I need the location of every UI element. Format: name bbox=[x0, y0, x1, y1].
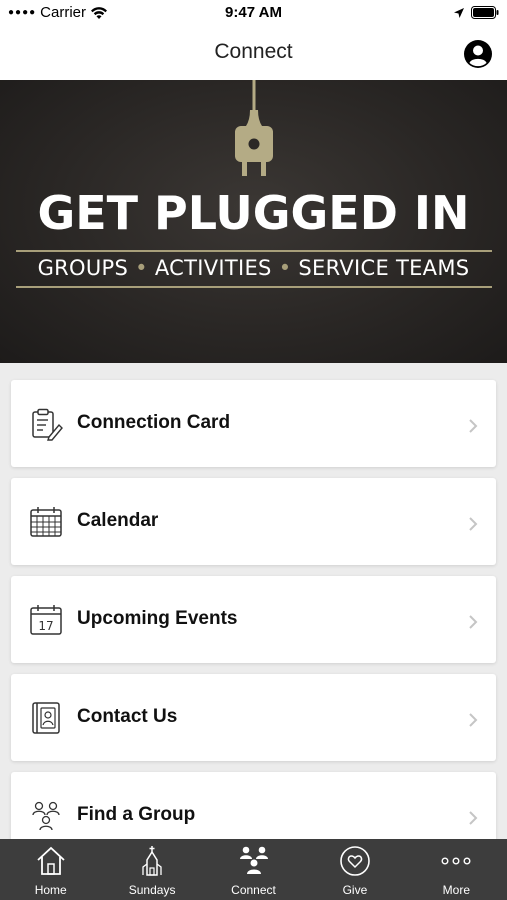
hero-subtitle-item: SERVICE TEAMS bbox=[298, 256, 470, 280]
heart-icon bbox=[340, 846, 370, 876]
hero-divider-bottom bbox=[16, 286, 492, 288]
tab-label: More bbox=[442, 883, 470, 897]
hero-subtitle-item: GROUPS bbox=[37, 256, 129, 280]
location-arrow-icon bbox=[454, 7, 464, 18]
menu-item-label: Upcoming Events bbox=[77, 608, 238, 629]
group-icon bbox=[32, 801, 60, 831]
status-bar: ●●●● Carrier 9:47 AM bbox=[0, 0, 507, 28]
tab-home[interactable]: Home bbox=[0, 839, 101, 900]
battery-icon bbox=[471, 6, 499, 19]
status-time: 9:47 AM bbox=[225, 4, 282, 21]
bullet-separator: • bbox=[278, 256, 292, 280]
church-icon bbox=[142, 846, 162, 876]
tab-bar: Home Sundays Connect Give More bbox=[0, 839, 507, 900]
clipboard-pencil-icon bbox=[32, 408, 63, 441]
menu-item-connection-card[interactable]: Connection Card bbox=[11, 380, 496, 467]
more-dots-icon bbox=[441, 857, 471, 865]
page-title: Connect bbox=[214, 40, 293, 63]
hero-subtitle: GROUPS • ACTIVITIES • SERVICE TEAMS bbox=[0, 256, 507, 280]
hero-divider-top bbox=[16, 250, 492, 252]
menu-item-label: Connection Card bbox=[77, 412, 231, 433]
navigation-bar: Connect bbox=[0, 28, 507, 80]
menu-item-calendar[interactable]: Calendar bbox=[11, 478, 496, 565]
menu-item-label: Contact Us bbox=[77, 706, 178, 727]
people-icon bbox=[239, 846, 268, 874]
chevron-right-icon bbox=[469, 713, 478, 727]
address-book-icon bbox=[32, 702, 60, 734]
hero-title: GET PLUGGED IN bbox=[37, 186, 470, 240]
menu-item-upcoming-events[interactable]: 17 Upcoming Events bbox=[11, 576, 496, 663]
plug-icon bbox=[235, 80, 273, 176]
tab-label: Connect bbox=[231, 883, 276, 897]
tab-sundays[interactable]: Sundays bbox=[101, 839, 202, 900]
menu-item-label: Find a Group bbox=[77, 804, 196, 825]
chevron-right-icon bbox=[469, 811, 478, 825]
menu-item-contact-us[interactable]: Contact Us bbox=[11, 674, 496, 761]
status-right bbox=[453, 6, 499, 19]
calendar-date-icon: 17 bbox=[30, 605, 62, 635]
tab-label: Give bbox=[342, 883, 368, 897]
hero-subtitle-item: ACTIVITIES bbox=[154, 256, 272, 280]
tab-connect[interactable]: Connect bbox=[203, 839, 304, 900]
tab-give[interactable]: Give bbox=[304, 839, 405, 900]
calendar-day-number: 17 bbox=[38, 619, 53, 633]
home-icon bbox=[37, 846, 65, 875]
chevron-right-icon bbox=[469, 419, 478, 433]
hero-banner: GET PLUGGED IN GROUPS • ACTIVITIES • SERVICE… bbox=[0, 80, 507, 363]
tab-label: Sundays bbox=[128, 883, 176, 897]
bullet-separator: • bbox=[135, 256, 148, 280]
calendar-grid-icon bbox=[30, 507, 62, 537]
chevron-right-icon bbox=[469, 615, 478, 629]
menu-item-label: Calendar bbox=[77, 510, 159, 531]
profile-icon[interactable] bbox=[463, 39, 493, 69]
tab-label: Home bbox=[34, 883, 67, 897]
tab-more[interactable]: More bbox=[406, 839, 507, 900]
chevron-right-icon bbox=[469, 517, 478, 531]
